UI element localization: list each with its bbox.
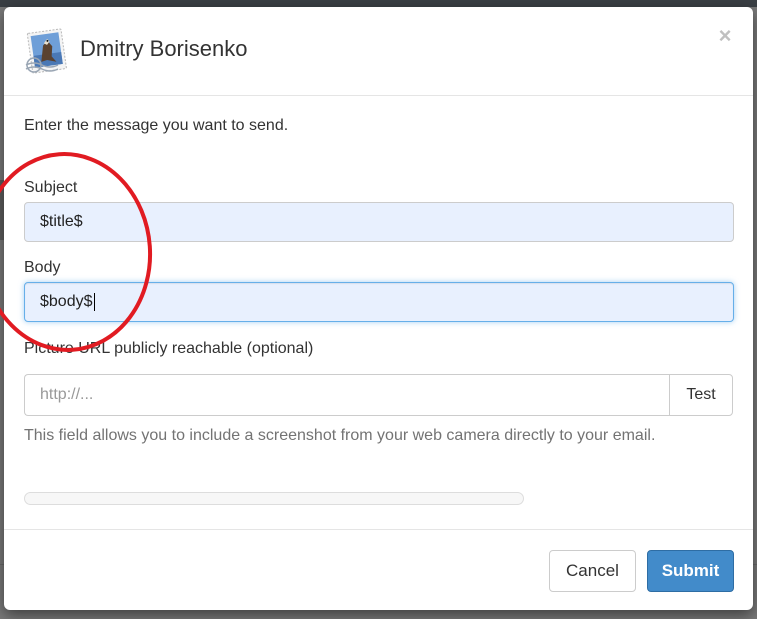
picture-url-label: Picture URL publicly reachable (optional… [24, 340, 314, 357]
text-caret [93, 292, 95, 311]
body-value: $body$ [40, 293, 93, 310]
intro-text: Enter the message you want to send. [24, 117, 289, 134]
submit-button[interactable]: Submit [647, 550, 734, 592]
dialog-footer: Cancel Submit [4, 529, 753, 610]
dialog-title: Dmitry Borisenko [80, 36, 248, 61]
subject-label: Subject [24, 179, 78, 196]
subject-input[interactable]: $title$ [24, 202, 734, 242]
subject-value: $title$ [40, 213, 83, 230]
close-icon[interactable]: × [716, 25, 734, 47]
test-button[interactable]: Test [669, 374, 733, 416]
body-label: Body [24, 259, 61, 276]
send-message-dialog: Dmitry Borisenko × Enter the message you… [4, 7, 753, 610]
picture-url-help: This field allows you to include a scree… [24, 427, 656, 444]
backdrop-navbar [0, 0, 757, 7]
picture-url-group: Test [24, 374, 734, 416]
cancel-button[interactable]: Cancel [549, 550, 636, 592]
dialog-header: Dmitry Borisenko × [4, 7, 753, 96]
mail-stamp-icon [22, 27, 72, 77]
upload-progress-bar [24, 492, 524, 505]
picture-url-input[interactable] [24, 374, 670, 416]
body-input[interactable]: $body$ [24, 282, 734, 322]
